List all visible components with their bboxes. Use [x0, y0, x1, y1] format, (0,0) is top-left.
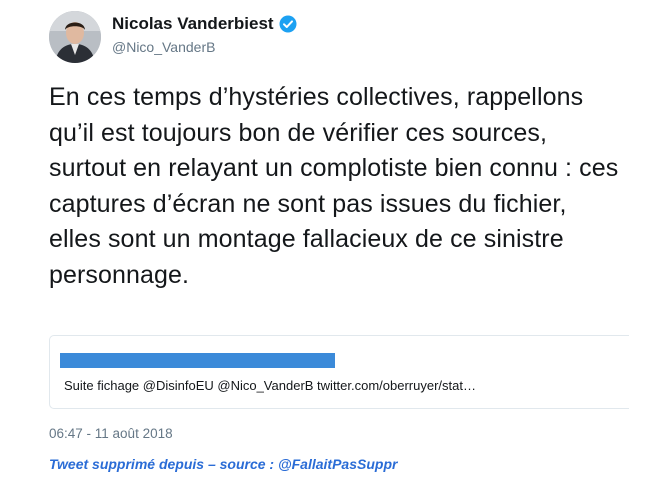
- author-name-row: Nicolas Vanderbiest: [112, 14, 297, 34]
- quoted-tweet-card[interactable]: Suite fichage @DisinfoEU @Nico_VanderB t…: [49, 335, 629, 409]
- tweet-text: En ces temps d’hystéries collectives, ra…: [49, 83, 619, 289]
- avatar[interactable]: [49, 11, 101, 63]
- avatar-photo: [49, 11, 101, 63]
- display-name[interactable]: Nicolas Vanderbiest: [112, 14, 274, 34]
- tweet-timestamp[interactable]: 06:47 - 11 août 2018: [49, 426, 173, 441]
- user-handle[interactable]: @Nico_VanderB: [112, 39, 215, 55]
- quoted-tweet-text: Suite fichage @DisinfoEU @Nico_VanderB t…: [64, 378, 476, 393]
- redaction-bar: [60, 353, 335, 368]
- verified-badge-icon: [279, 15, 297, 33]
- source-caption: Tweet supprimé depuis – source : @Fallai…: [49, 456, 398, 472]
